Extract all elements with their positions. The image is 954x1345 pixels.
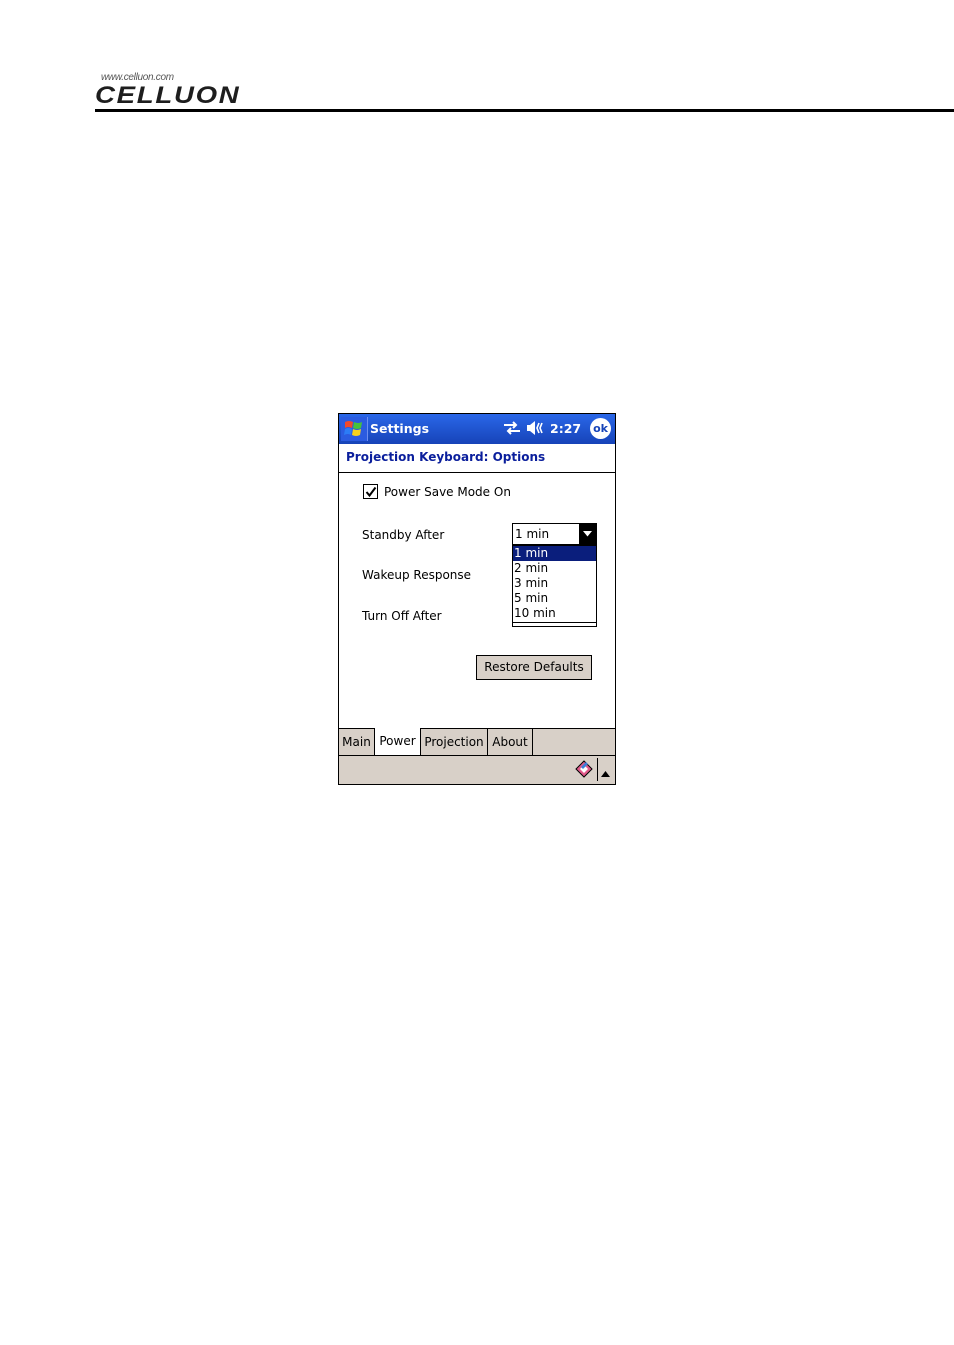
logo-wordmark: CELLUON <box>95 82 241 109</box>
tab-about[interactable]: About <box>488 729 533 755</box>
dropdown-option[interactable]: 10 min <box>513 606 596 621</box>
tab-main[interactable]: Main <box>339 729 375 755</box>
celluon-logo: www.celluon.com CELLUON <box>95 72 270 109</box>
power-save-checkbox[interactable] <box>363 484 378 499</box>
standby-dropdown-list[interactable]: 1 min 2 min 3 min 5 min 10 min <box>512 545 597 627</box>
dropdown-option[interactable]: 2 min <box>513 561 596 576</box>
input-panel-icon[interactable] <box>574 759 594 782</box>
standby-select-value: 1 min <box>515 527 550 541</box>
up-arrow-icon[interactable] <box>601 766 610 780</box>
window-title: Settings <box>370 421 430 436</box>
tab-bar: Main Power Projection About <box>339 728 615 755</box>
windows-start-icon[interactable] <box>341 417 368 441</box>
dropdown-option[interactable]: 3 min <box>513 576 596 591</box>
heading-divider <box>339 472 615 473</box>
sync-icon[interactable] <box>503 420 521 439</box>
page-title: Projection Keyboard: Options <box>346 450 546 464</box>
power-save-label[interactable]: Power Save Mode On <box>384 485 511 499</box>
header-rule <box>95 109 954 112</box>
restore-defaults-button[interactable]: Restore Defaults <box>476 655 592 680</box>
turnoff-label: Turn Off After <box>362 609 442 623</box>
wakeup-label: Wakeup Response <box>362 568 472 582</box>
dropdown-option[interactable]: 5 min <box>513 591 596 606</box>
speaker-icon[interactable] <box>526 420 546 439</box>
chevron-down-icon[interactable] <box>579 524 596 544</box>
menu-separator <box>597 758 598 781</box>
ok-button[interactable]: ok <box>590 418 611 439</box>
standby-select[interactable]: 1 min <box>512 523 597 545</box>
menu-bar <box>339 755 615 784</box>
standby-label: Standby After <box>362 528 445 542</box>
tab-projection[interactable]: Projection <box>421 729 488 755</box>
title-bar: Settings 2:27 ok <box>339 414 615 444</box>
clock[interactable]: 2:27 <box>550 421 581 436</box>
checkmark-icon <box>365 486 377 498</box>
dropdown-option[interactable]: 1 min <box>513 546 596 561</box>
tab-power[interactable]: Power <box>375 728 421 755</box>
pda-screen: Settings 2:27 ok Projection Keyboard: Op… <box>338 413 616 785</box>
